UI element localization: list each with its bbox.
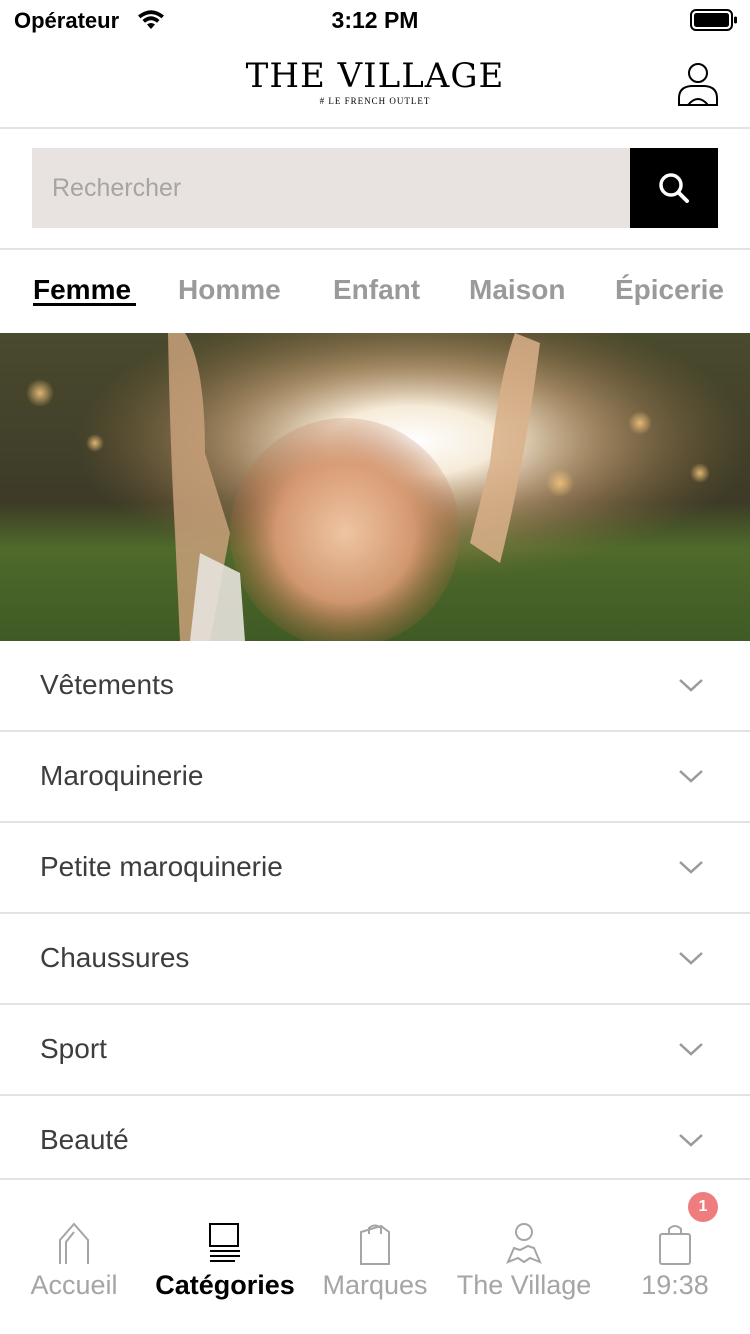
brand-logo[interactable]: THE VILLAGE # LE FRENCH OUTLET <box>0 56 750 106</box>
battery-icon <box>690 9 737 31</box>
nav-label: Accueil <box>30 1270 118 1300</box>
cart-icon <box>659 1225 691 1265</box>
categories-icon <box>209 1223 240 1262</box>
chevron-down-icon <box>679 1134 703 1147</box>
nav-cart[interactable]: 1 19:38 <box>600 1180 750 1334</box>
category-item[interactable]: Sport <box>0 1005 750 1096</box>
search-bar <box>32 148 718 228</box>
search-icon <box>659 173 689 203</box>
brand-logo-subtitle: # LE FRENCH OUTLET <box>319 96 431 106</box>
category-label: Sport <box>40 1033 107 1064</box>
chevron-down-icon <box>679 679 703 692</box>
nav-the-village[interactable]: The Village <box>448 1180 600 1334</box>
search-button[interactable] <box>630 148 718 228</box>
nav-label: Catégories <box>155 1270 295 1300</box>
category-item[interactable]: Maroquinerie <box>0 732 750 823</box>
nav-label: 19:38 <box>641 1270 709 1300</box>
status-time: 3:12 PM <box>331 7 419 33</box>
category-list: Vêtements Maroquinerie Petite maroquiner… <box>0 641 750 1187</box>
category-label: Beauté <box>40 1124 129 1155</box>
category-label: Petite maroquinerie <box>40 851 283 882</box>
chevron-down-icon <box>679 861 703 874</box>
chevron-down-icon <box>679 1043 703 1056</box>
app-header: THE VILLAGE # LE FRENCH OUTLET <box>0 42 750 129</box>
category-item[interactable]: Petite maroquinerie <box>0 823 750 914</box>
category-label: Vêtements <box>40 669 174 700</box>
tab-homme[interactable]: Homme <box>178 274 281 306</box>
tab-epicerie[interactable]: Épicerie <box>615 274 724 306</box>
account-icon[interactable] <box>674 60 722 108</box>
nav-accueil[interactable]: Accueil <box>0 1180 148 1334</box>
category-item[interactable]: Beauté <box>0 1096 750 1187</box>
active-tab-indicator <box>33 303 136 306</box>
hero-image <box>0 333 750 641</box>
nav-categories[interactable]: Catégories <box>148 1180 302 1334</box>
search-input[interactable] <box>32 148 630 228</box>
shopping-bag-icon <box>360 1224 390 1265</box>
bottom-tab-bar: Accueil Catégories Marques The Village 1… <box>0 1178 750 1334</box>
chevron-down-icon <box>679 952 703 965</box>
tab-maison[interactable]: Maison <box>469 274 565 306</box>
category-item[interactable]: Vêtements <box>0 641 750 732</box>
village-map-icon <box>506 1223 542 1264</box>
category-label: Chaussures <box>40 942 190 973</box>
nav-label: Marques <box>322 1270 428 1300</box>
cart-badge: 1 <box>688 1192 718 1222</box>
nav-label: The Village <box>456 1270 592 1300</box>
brand-logo-title: THE VILLAGE <box>245 56 505 96</box>
tab-enfant[interactable]: Enfant <box>333 274 420 306</box>
category-label: Maroquinerie <box>40 760 204 791</box>
category-item[interactable]: Chaussures <box>0 914 750 1005</box>
nav-marques[interactable]: Marques <box>302 1180 448 1334</box>
chevron-down-icon <box>679 770 703 783</box>
status-bar: Opérateur 3:12 PM <box>0 0 750 42</box>
tab-femme[interactable]: Femme <box>33 274 131 306</box>
category-tabs: Femme Homme Enfant Maison Épicerie <box>0 250 750 333</box>
home-icon <box>59 1222 89 1264</box>
